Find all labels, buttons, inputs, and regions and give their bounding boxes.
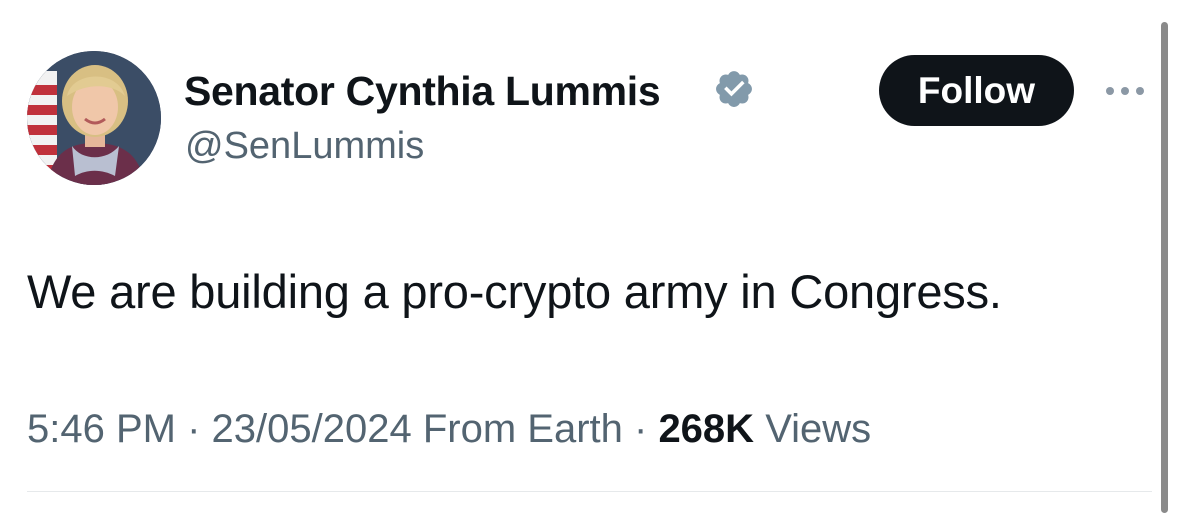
meta-separator-2: ·	[622, 407, 659, 451]
divider	[27, 491, 1152, 492]
tweet-date[interactable]: 23/05/2024	[212, 407, 412, 451]
views-label: Views	[765, 407, 872, 451]
scrollbar[interactable]	[1161, 22, 1168, 513]
avatar[interactable]	[27, 51, 161, 185]
meta-separator: ·	[175, 407, 212, 451]
views-count[interactable]: 268K	[658, 407, 754, 451]
tweet-text: We are building a pro-crypto army in Con…	[27, 265, 1002, 318]
follow-button[interactable]: Follow	[879, 55, 1074, 126]
verified-badge-icon	[716, 71, 752, 107]
author-display-name[interactable]: Senator Cynthia Lummis	[184, 66, 661, 116]
tweet-time[interactable]: 5:46 PM	[27, 407, 176, 451]
tweet-meta: 5:46 PM · 23/05/2024 From Earth · 268K V…	[27, 404, 871, 454]
author-handle[interactable]: @SenLummis	[185, 123, 424, 169]
tweet-source: From Earth	[422, 407, 623, 451]
more-horizontal-icon[interactable]	[1102, 78, 1148, 104]
avatar-photo	[27, 51, 161, 185]
tweet-detail: Senator Cynthia Lummis @SenLummis Follow…	[0, 0, 1179, 513]
